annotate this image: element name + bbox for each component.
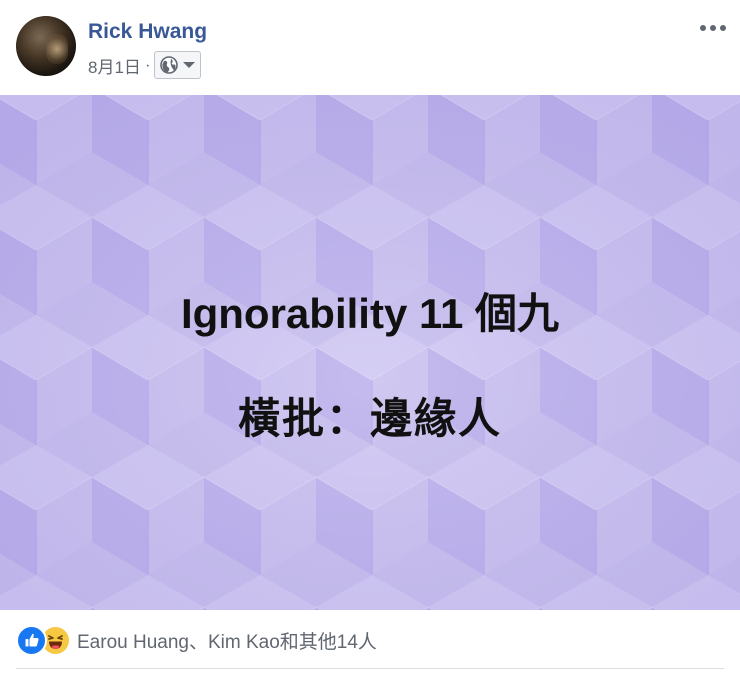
image-caption-line-2: 橫批：邊緣人 (237, 395, 502, 442)
more-options-icon[interactable] (698, 18, 728, 38)
image-caption-line-1: Ignorability 11 個九 (180, 290, 560, 337)
post-card: Rick Hwang 8月1日 · Ignorability 11 個九 橫批：… (0, 0, 740, 674)
chevron-down-icon (182, 62, 195, 68)
cube-pattern-background (0, 95, 740, 610)
thumbs-up-icon (25, 633, 39, 647)
reactions-bar: Earou Huang、Kim Kao和其他14人 (16, 624, 377, 656)
avatar-highlight (46, 34, 68, 64)
post-meta: 8月1日 · (88, 51, 201, 79)
divider (16, 668, 724, 669)
author-avatar[interactable] (16, 16, 76, 76)
meta-separator: · (144, 55, 151, 74)
privacy-selector-button[interactable] (153, 51, 201, 79)
globe-icon (159, 56, 178, 74)
post-image[interactable]: Ignorability 11 個九 橫批：邊緣人 (0, 95, 740, 610)
reaction-summary[interactable]: Earou Huang、Kim Kao和其他14人 (77, 627, 377, 654)
author-name[interactable]: Rick Hwang (88, 20, 207, 44)
post-date[interactable]: 8月1日 (88, 53, 141, 78)
like-icon[interactable] (16, 624, 47, 656)
